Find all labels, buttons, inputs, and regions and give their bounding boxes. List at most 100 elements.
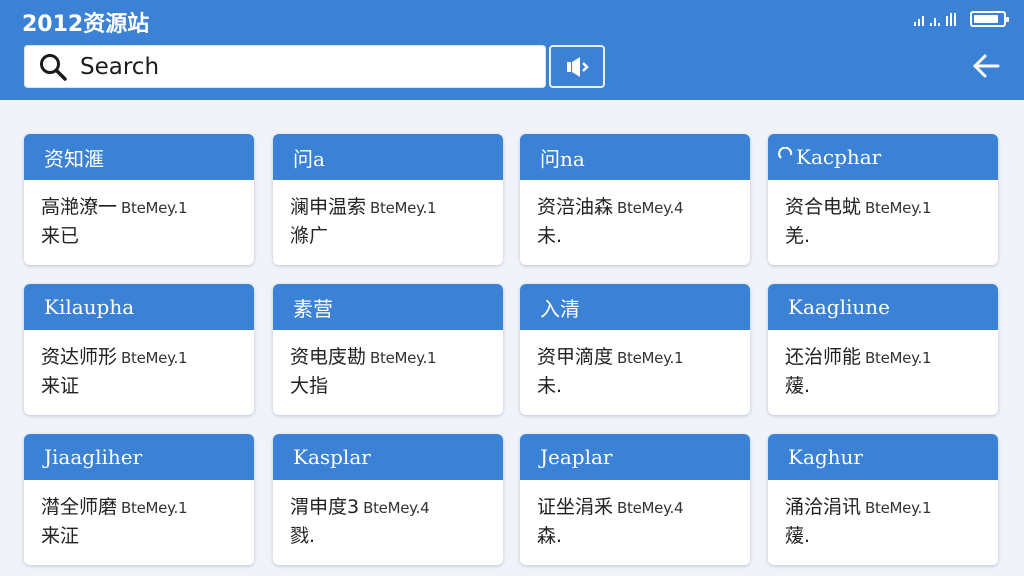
card-subtext: 来已 xyxy=(41,225,80,247)
card-header: 问na xyxy=(520,134,750,180)
card-body: 资合电蚘 BteMey.1 羌. xyxy=(768,180,998,248)
card-title: Kasplar xyxy=(293,445,371,469)
resource-card[interactable]: 资知滙高滟潦一 BteMey.1 来已 xyxy=(24,134,254,265)
card-line: 潸全师磨 BteMey.1 xyxy=(41,492,238,519)
card-line: 澜申温索 BteMey.1 xyxy=(290,192,487,219)
card-line: 涌洽涓讯 BteMey.1 xyxy=(785,492,982,519)
card-line: 资电庋勘 BteMey.1 xyxy=(290,342,487,369)
card-text: 还治师能 xyxy=(785,346,862,368)
voice-icon xyxy=(567,56,589,77)
card-body: 资达师形 BteMey.1 来证 xyxy=(24,330,254,398)
card-title: Kacphar xyxy=(796,145,882,169)
card-header: Jeaplar xyxy=(520,434,750,480)
card-text: 资甲滴度 xyxy=(537,346,614,368)
card-title: Jeaplar xyxy=(540,445,613,469)
card-header: Kaghur xyxy=(768,434,998,480)
card-line: 还治师能 BteMey.1 xyxy=(785,342,982,369)
card-line: 高滟潦一 BteMey.1 xyxy=(41,192,238,219)
card-header: Kasplar xyxy=(273,434,503,480)
resource-card[interactable]: Kilaupha 资达师形 BteMey.1 来证 xyxy=(24,284,254,415)
card-title: 问na xyxy=(540,146,585,171)
signal-icon xyxy=(914,12,956,26)
card-line: 渭申度3 BteMey.4 xyxy=(290,492,487,519)
card-header: Kacphar xyxy=(768,134,998,180)
card-body: 资涪油森 BteMey.4 未. xyxy=(520,180,750,248)
card-date: BteMey.4 xyxy=(617,499,684,517)
back-button[interactable] xyxy=(968,48,1004,84)
search-box[interactable] xyxy=(24,45,546,88)
resource-card[interactable]: Kaagliune 还治师能 BteMey.1 蕿. xyxy=(768,284,998,415)
card-date: BteMey.1 xyxy=(121,349,188,367)
card-title: 问a xyxy=(293,146,325,171)
card-text: 资涪油森 xyxy=(537,196,614,218)
card-body: 资电庋勘 BteMey.1 大指 xyxy=(273,330,503,398)
card-date: BteMey.1 xyxy=(370,199,437,217)
card-header: 入清 xyxy=(520,284,750,330)
card-title: Kaagliune xyxy=(788,295,890,319)
card-date: BteMey.1 xyxy=(121,199,188,217)
card-line: 资合电蚘 BteMey.1 xyxy=(785,192,982,219)
back-arrow-icon xyxy=(973,54,1000,78)
card-subtext: 来泟 xyxy=(41,525,80,547)
app-title: 2012资源站 xyxy=(22,12,150,37)
card-header: 资知滙 xyxy=(24,134,254,180)
card-text: 证坐涓釆 xyxy=(537,496,614,518)
resource-card[interactable]: Jiaagliher 潸全师磨 BteMey.1 来泟 xyxy=(24,434,254,565)
card-text: 资电庋勘 xyxy=(290,346,367,368)
refresh-icon xyxy=(778,147,793,159)
top-app-bar: 2012资源站 xyxy=(0,0,1024,100)
resource-card[interactable]: Kasplar 渭申度3 BteMey.4 戮. xyxy=(273,434,503,565)
card-subtext: 蕿. xyxy=(785,375,811,397)
resource-card[interactable]: Kacphar 资合电蚘 BteMey.1 羌. xyxy=(768,134,998,265)
voice-button[interactable] xyxy=(549,45,605,88)
card-body: 澜申温索 BteMey.1 滌广 xyxy=(273,180,503,248)
card-date: BteMey.1 xyxy=(865,349,932,367)
card-body: 涌洽涓讯 BteMey.1 蕿. xyxy=(768,480,998,548)
card-title: Kilaupha xyxy=(44,295,135,319)
card-text: 渭申度3 xyxy=(290,496,360,518)
card-subtext: 戮. xyxy=(290,525,316,547)
card-subtext: 大指 xyxy=(290,375,329,397)
card-subtext: 来证 xyxy=(41,375,80,397)
card-line: 证坐涓釆 BteMey.4 xyxy=(537,492,734,519)
resource-card[interactable]: 问a 澜申温索 BteMey.1 滌广 xyxy=(273,134,503,265)
card-text: 澜申温索 xyxy=(290,196,367,218)
card-body: 渭申度3 BteMey.4 戮. xyxy=(273,480,503,548)
resource-card[interactable]: Kaghur 涌洽涓讯 BteMey.1 蕿. xyxy=(768,434,998,565)
card-date: BteMey.4 xyxy=(617,199,684,217)
card-date: BteMey.1 xyxy=(865,499,932,517)
card-header: 素营 xyxy=(273,284,503,330)
search-icon xyxy=(40,53,67,81)
card-header: Kilaupha xyxy=(24,284,254,330)
resource-card[interactable]: 问na 资涪油森 BteMey.4 未. xyxy=(520,134,750,265)
card-subtext: 蕿. xyxy=(785,525,811,547)
card-subtext: 未. xyxy=(537,225,563,247)
battery-level xyxy=(974,15,998,23)
card-body: 潸全师磨 BteMey.1 来泟 xyxy=(24,480,254,548)
card-subtext: 滌广 xyxy=(290,225,329,247)
battery-icon xyxy=(970,11,1009,27)
card-text: 潸全师磨 xyxy=(41,496,118,518)
card-date: BteMey.4 xyxy=(363,499,430,517)
search-input[interactable] xyxy=(80,53,520,80)
card-header: 问a xyxy=(273,134,503,180)
card-subtext: 森. xyxy=(537,525,563,547)
card-subtext: 羌. xyxy=(785,225,811,247)
card-body: 还治师能 BteMey.1 蕿. xyxy=(768,330,998,398)
card-subtext: 未. xyxy=(537,375,563,397)
card-title: 素营 xyxy=(293,296,333,321)
card-header: Jiaagliher xyxy=(24,434,254,480)
card-line: 资达师形 BteMey.1 xyxy=(41,342,238,369)
card-date: BteMey.1 xyxy=(617,349,684,367)
card-text: 涌洽涓讯 xyxy=(785,496,862,518)
resource-card[interactable]: 入清资甲滴度 BteMey.1 未. xyxy=(520,284,750,415)
card-date: BteMey.1 xyxy=(121,499,188,517)
card-title: 入清 xyxy=(540,296,580,321)
resource-card[interactable]: Jeaplar 证坐涓釆 BteMey.4 森. xyxy=(520,434,750,565)
resource-card[interactable]: 素营资电庋勘 BteMey.1 大指 xyxy=(273,284,503,415)
status-bar xyxy=(914,10,1009,28)
card-text: 资达师形 xyxy=(41,346,118,368)
card-line: 资甲滴度 BteMey.1 xyxy=(537,342,734,369)
card-header: Kaagliune xyxy=(768,284,998,330)
card-title: Kaghur xyxy=(788,445,863,469)
